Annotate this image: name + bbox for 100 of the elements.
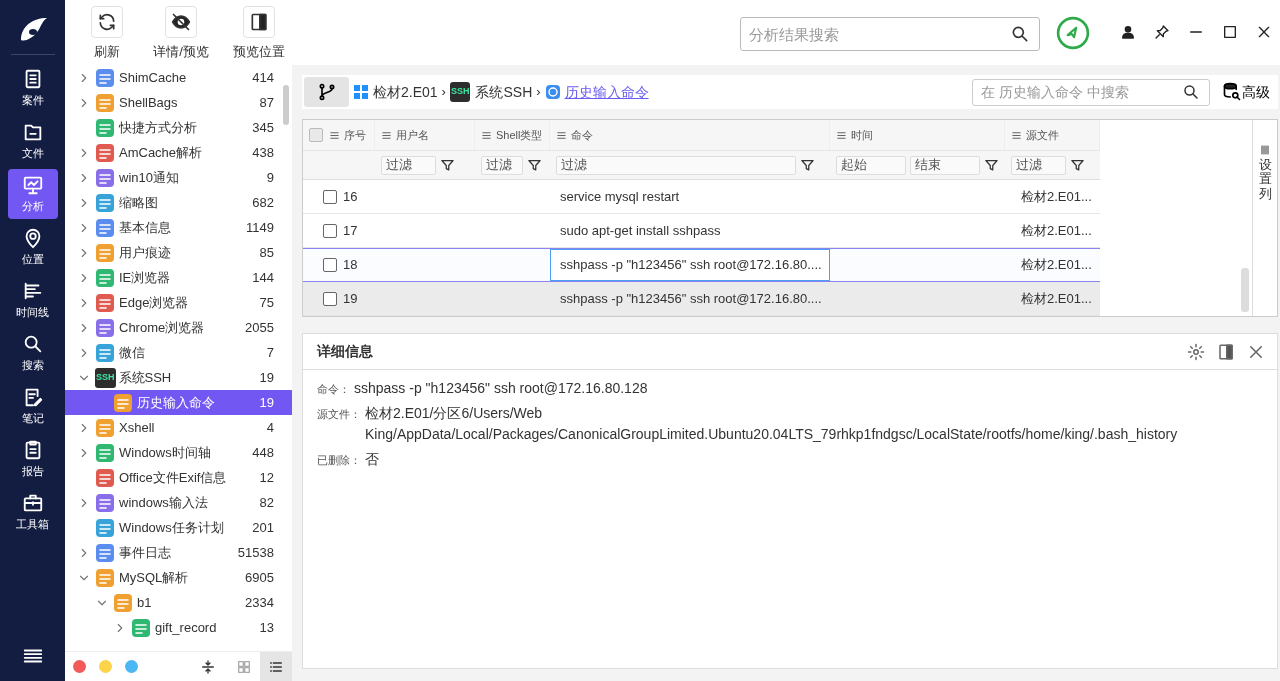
tree-item[interactable]: b1 2334 bbox=[65, 590, 292, 615]
color-dot[interactable] bbox=[99, 660, 112, 673]
filter-field[interactable]: 过滤 bbox=[381, 155, 436, 175]
item-label: win10通知 bbox=[119, 168, 180, 187]
toolbar-button[interactable]: 预览位置 bbox=[227, 0, 291, 62]
filter-field[interactable]: 过滤 bbox=[556, 155, 796, 175]
tree-item[interactable]: gift_record 13 bbox=[65, 615, 292, 640]
app-icon bbox=[95, 217, 115, 238]
app-icon bbox=[95, 342, 115, 363]
breadcrumb-link[interactable]: 历史输入命令 bbox=[564, 81, 649, 103]
item-count: 85 bbox=[259, 243, 274, 262]
filter-icon[interactable] bbox=[527, 157, 542, 173]
item-count: 414 bbox=[252, 68, 274, 87]
filter-icon[interactable] bbox=[984, 157, 999, 173]
filter-field[interactable]: 过滤 bbox=[1011, 155, 1066, 175]
table-row[interactable]: 16 service mysql restart 检材2.E01... bbox=[303, 180, 1100, 214]
table-cell-text: sudo apt-get install sshpass bbox=[559, 222, 722, 241]
row-checkbox[interactable] bbox=[323, 190, 337, 204]
item-label: 基本信息 bbox=[119, 218, 172, 237]
settings-icon[interactable] bbox=[1187, 342, 1205, 361]
column-header: 源文件 bbox=[1026, 127, 1059, 143]
tree-item[interactable]: SSH 系统SSH 19 bbox=[65, 365, 292, 390]
column-header: 命令 bbox=[571, 127, 593, 143]
nav-item[interactable]: 文件 bbox=[7, 116, 58, 166]
tree-item[interactable]: Windows时间轴 448 bbox=[65, 440, 292, 465]
maximize-icon[interactable] bbox=[1222, 24, 1238, 40]
table-search-field[interactable]: 在 历史输入命令 中搜索 bbox=[972, 78, 1210, 106]
item-count: 75 bbox=[259, 293, 274, 312]
tree-item[interactable]: windows输入法 82 bbox=[65, 490, 292, 515]
item-label: 系统SSH bbox=[118, 368, 173, 387]
app-icon bbox=[113, 392, 133, 413]
tree-item[interactable]: Windows任务计划 201 bbox=[65, 515, 292, 540]
tree-item[interactable]: Chrome浏览器 2055 bbox=[65, 315, 292, 340]
item-label: 微信 bbox=[119, 343, 146, 362]
app-icon bbox=[95, 467, 115, 488]
item-label: 缩略图 bbox=[119, 193, 159, 212]
toolbar-button[interactable]: 刷新 bbox=[79, 0, 135, 62]
item-count: 144 bbox=[252, 268, 274, 287]
row-checkbox[interactable] bbox=[323, 224, 337, 238]
view-toggle[interactable] bbox=[260, 651, 292, 681]
toolbar-button[interactable]: 详情/预览 bbox=[149, 0, 213, 62]
table-row[interactable]: 18 sshpass -p "h123456" ssh root@172.16.80.... 检材2.E01... bbox=[303, 248, 1100, 282]
nav-item[interactable]: 位置 bbox=[7, 222, 58, 272]
item-label: 事件日志 bbox=[119, 543, 172, 562]
tree-item[interactable]: 事件日志 51538 bbox=[65, 540, 292, 565]
filter-field[interactable]: 过滤 bbox=[481, 155, 523, 175]
tree-item[interactable]: ShimCache 414 bbox=[65, 65, 292, 90]
row-checkbox[interactable] bbox=[323, 292, 337, 306]
nav-item[interactable]: 工具箱 bbox=[7, 487, 58, 537]
filter-icon[interactable] bbox=[800, 157, 815, 173]
search-icon bbox=[1182, 83, 1200, 101]
tree-item[interactable]: MySQL解析 6905 bbox=[65, 565, 292, 590]
user-icon[interactable] bbox=[1120, 24, 1136, 40]
nav-item[interactable]: 时间线 bbox=[7, 275, 58, 325]
tree-item[interactable]: Xshell 4 bbox=[65, 415, 292, 440]
nav-item[interactable]: 搜索 bbox=[7, 328, 58, 378]
app-icon bbox=[95, 192, 115, 213]
item-count: 345 bbox=[252, 118, 274, 137]
scrollbar bbox=[1241, 268, 1249, 312]
tree-item[interactable]: 缩略图 682 bbox=[65, 190, 292, 215]
tree-item[interactable]: Office文件Exif信息 12 bbox=[65, 465, 292, 490]
filter-field[interactable]: 起始 bbox=[836, 155, 906, 175]
breadcrumb-item: 系统SSH bbox=[475, 82, 533, 102]
collapse-icon[interactable] bbox=[200, 658, 216, 675]
tree-item[interactable]: 历史输入命令 19 bbox=[65, 390, 292, 415]
filter-icon[interactable] bbox=[1070, 157, 1085, 173]
close-icon[interactable] bbox=[1256, 24, 1272, 40]
item-count: 19 bbox=[259, 393, 274, 412]
row-checkbox[interactable] bbox=[323, 258, 337, 272]
panel-icon[interactable] bbox=[1217, 342, 1235, 361]
nav-item[interactable]: 案件 bbox=[7, 63, 58, 113]
filter-field[interactable]: 结束 bbox=[910, 155, 980, 175]
table-row[interactable]: 19 sshpass -p "h123456" ssh root@172.16.80.... 检材2.E01... bbox=[303, 282, 1100, 316]
nav-item[interactable]: 笔记 bbox=[7, 381, 58, 431]
item-label: ShimCache bbox=[119, 68, 188, 87]
tree-item[interactable]: Edge浏览器 75 bbox=[65, 290, 292, 315]
color-dot[interactable] bbox=[125, 660, 138, 673]
nav-item[interactable]: 分析 bbox=[7, 169, 58, 219]
branch-button[interactable] bbox=[304, 77, 349, 107]
nav-item[interactable]: 报告 bbox=[7, 434, 58, 484]
table-cell-text: 16 bbox=[343, 188, 358, 207]
column-menu-icon bbox=[556, 129, 567, 141]
tree-item[interactable]: IE浏览器 144 bbox=[65, 265, 292, 290]
item-count: 201 bbox=[252, 518, 274, 537]
item-count: 82 bbox=[259, 493, 274, 512]
advanced-button[interactable]: 高级 bbox=[1222, 81, 1270, 103]
select-all-checkbox[interactable] bbox=[309, 128, 323, 142]
item-label: AmCache解析 bbox=[119, 143, 204, 162]
tree-item[interactable]: 微信 7 bbox=[65, 340, 292, 365]
tree-item[interactable]: 用户痕迹 85 bbox=[65, 240, 292, 265]
color-dot[interactable] bbox=[73, 660, 86, 673]
filter-icon[interactable] bbox=[440, 157, 455, 173]
tree-item[interactable]: AmCache解析 438 bbox=[65, 140, 292, 165]
search-field[interactable]: 分析结果搜索 bbox=[740, 17, 1040, 51]
column-settings-tab[interactable]: 设置列 bbox=[1258, 158, 1272, 201]
tree-item[interactable]: 基本信息 1149 bbox=[65, 215, 292, 240]
pin-icon[interactable] bbox=[1154, 24, 1170, 40]
app-icon bbox=[95, 142, 115, 163]
tree-item[interactable]: win10通知 9 bbox=[65, 165, 292, 190]
app-icon bbox=[95, 517, 115, 538]
